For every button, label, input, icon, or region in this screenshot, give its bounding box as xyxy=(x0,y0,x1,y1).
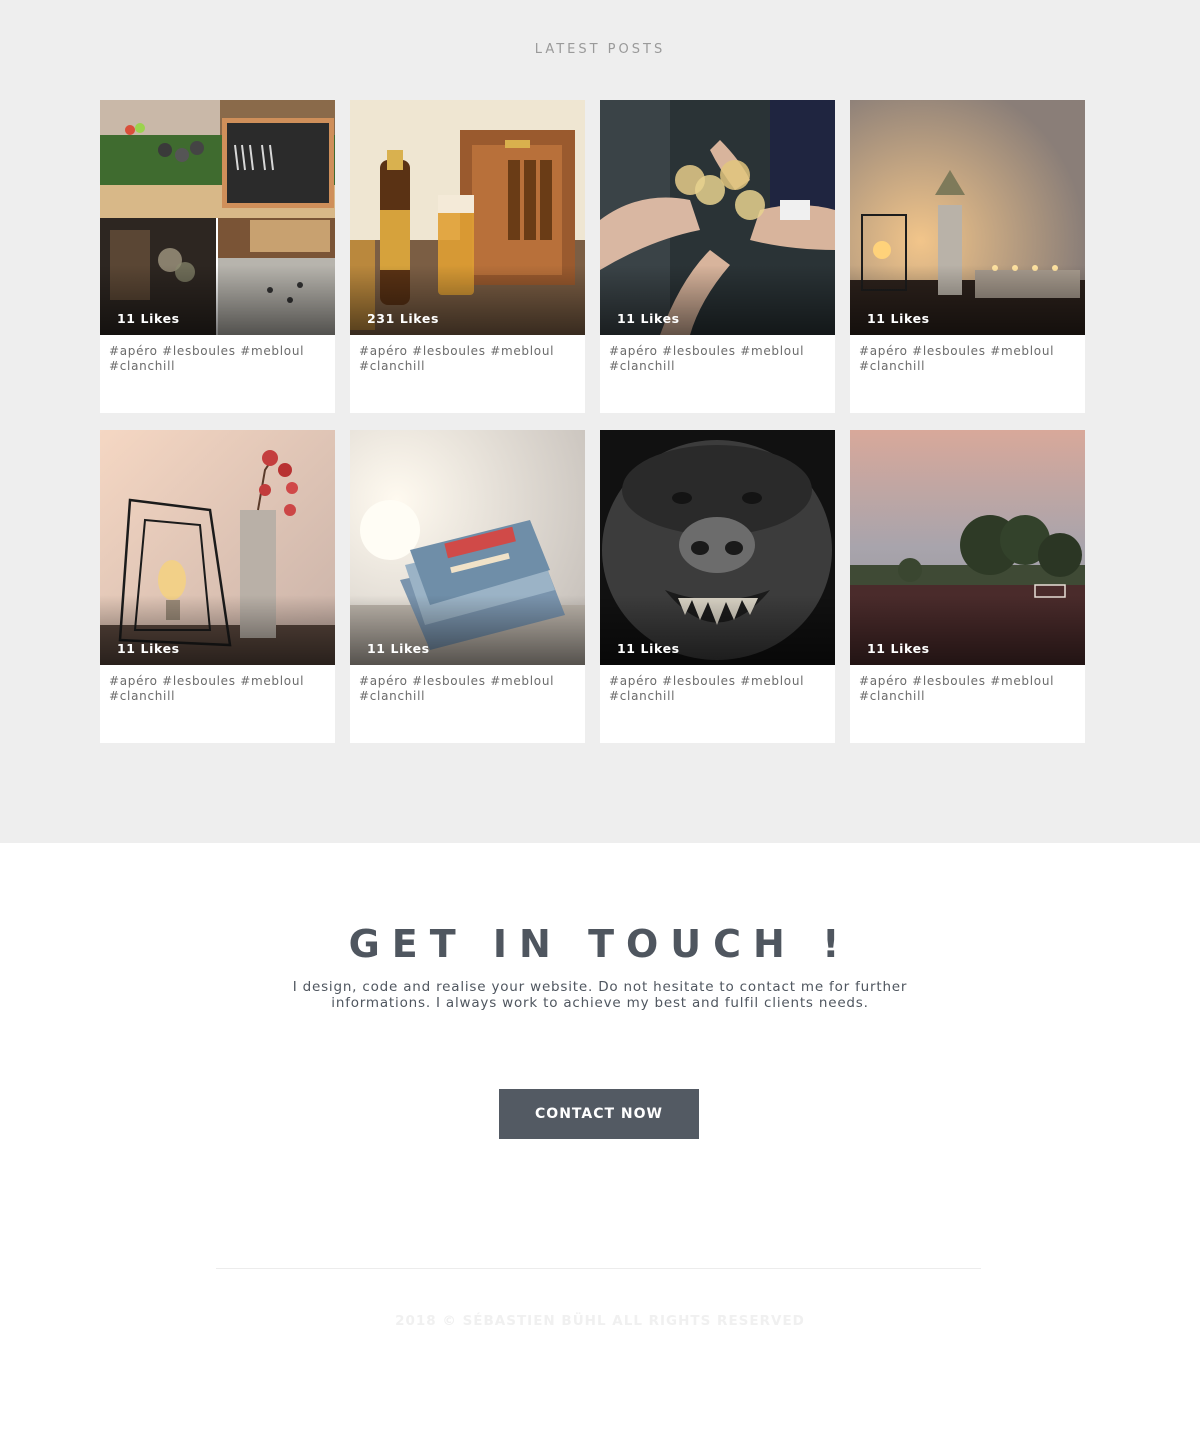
contact-title: GET IN TOUCH ! xyxy=(348,922,852,966)
post-caption: #apéro #lesboules #mebloul #clanchill xyxy=(609,344,805,373)
likes-count: 11 Likes xyxy=(867,311,930,326)
likes-count: 11 Likes xyxy=(117,641,180,656)
post-caption: #apéro #lesboules #mebloul #clanchill xyxy=(359,674,555,703)
post-card[interactable]: 231 Likes #apéro #lesboules #mebloul #cl… xyxy=(350,100,585,413)
post-image-gorilla[interactable]: 11 Likes xyxy=(600,430,835,665)
contact-now-button[interactable]: CONTACT NOW xyxy=(499,1089,699,1139)
likes-count: 231 Likes xyxy=(367,311,439,326)
post-image-field[interactable]: 11 Likes xyxy=(850,430,1085,665)
latest-posts-section: LATEST POSTS 11 Likes #apéro #lesboules … xyxy=(0,0,1200,843)
post-image-beer[interactable]: 231 Likes xyxy=(350,100,585,335)
post-caption: #apéro #lesboules #mebloul #clanchill xyxy=(109,674,305,703)
post-image-petanque[interactable]: 11 Likes xyxy=(100,100,335,335)
post-caption: #apéro #lesboules #mebloul #clanchill xyxy=(359,344,555,373)
post-card[interactable]: 11 Likes #apéro #lesboules #mebloul #cla… xyxy=(850,430,1085,743)
post-caption: #apéro #lesboules #mebloul #clanchill xyxy=(109,344,305,373)
post-card[interactable]: 11 Likes #apéro #lesboules #mebloul #cla… xyxy=(100,430,335,743)
likes-count: 11 Likes xyxy=(617,641,680,656)
footer-divider xyxy=(216,1268,981,1269)
post-card[interactable]: 11 Likes #apéro #lesboules #mebloul #cla… xyxy=(100,100,335,413)
post-card[interactable]: 11 Likes #apéro #lesboules #mebloul #cla… xyxy=(600,430,835,743)
contact-description: I design, code and realise your website.… xyxy=(292,979,908,1011)
section-title: LATEST POSTS xyxy=(534,42,666,57)
post-caption: #apéro #lesboules #mebloul #clanchill xyxy=(609,674,805,703)
post-card[interactable]: 11 Likes #apéro #lesboules #mebloul #cla… xyxy=(850,100,1085,413)
post-image-wire-lamp[interactable]: 11 Likes xyxy=(100,430,335,665)
post-caption: #apéro #lesboules #mebloul #clanchill xyxy=(859,674,1055,703)
post-card[interactable]: 11 Likes #apéro #lesboules #mebloul #cla… xyxy=(600,100,835,413)
post-image-books[interactable]: 11 Likes xyxy=(350,430,585,665)
post-image-candles[interactable]: 11 Likes xyxy=(850,100,1085,335)
post-image-toast[interactable]: 11 Likes xyxy=(600,100,835,335)
post-card[interactable]: 11 Likes #apéro #lesboules #mebloul #cla… xyxy=(350,430,585,743)
copyright-text: 2018 © SÉBASTIEN BÜHL ALL RIGHTS RESERVE… xyxy=(395,1313,805,1329)
likes-count: 11 Likes xyxy=(367,641,430,656)
post-caption: #apéro #lesboules #mebloul #clanchill xyxy=(859,344,1055,373)
likes-count: 11 Likes xyxy=(617,311,680,326)
likes-count: 11 Likes xyxy=(867,641,930,656)
likes-count: 11 Likes xyxy=(117,311,180,326)
